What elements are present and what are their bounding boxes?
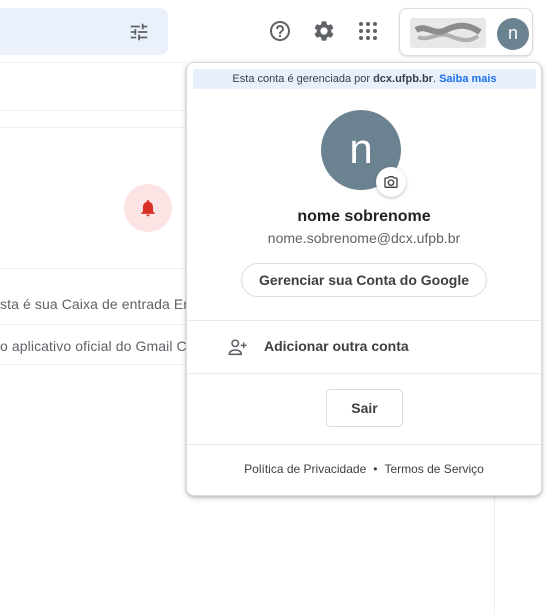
user-name: nome sobrenome xyxy=(297,208,431,225)
divider xyxy=(0,62,186,63)
redacted-logo-icon xyxy=(414,22,482,43)
privacy-policy-link[interactable]: Política de Privacidade xyxy=(244,462,366,476)
help-circle-icon[interactable] xyxy=(268,19,292,43)
user-email: nome.sobrenome@dcx.ufpb.br xyxy=(267,230,461,246)
tune-icon[interactable] xyxy=(128,21,150,43)
sign-out-button[interactable]: Sair xyxy=(326,389,403,427)
organization-logo xyxy=(410,18,486,48)
managed-text: Esta conta é gerenciada por xyxy=(232,73,374,85)
divider xyxy=(187,373,541,374)
divider xyxy=(0,324,186,325)
account-switcher[interactable]: n xyxy=(399,8,533,56)
gear-icon[interactable] xyxy=(312,19,336,43)
list-item[interactable]: sta é sua Caixa de entrada Er xyxy=(0,296,186,312)
add-account-label: Adicionar outra conta xyxy=(264,338,409,354)
camera-icon xyxy=(384,176,398,188)
divider xyxy=(0,268,186,269)
footer-separator: • xyxy=(373,462,378,476)
apps-grid-icon[interactable] xyxy=(356,19,380,43)
divider xyxy=(0,127,186,128)
list-item[interactable]: o aplicativo oficial do Gmail C xyxy=(0,338,186,354)
managed-account-banner: Esta conta é gerenciada por dcx.ufpb.br.… xyxy=(193,69,536,89)
popup-footer: Política de Privacidade • Termos de Serviç… xyxy=(187,462,541,476)
manage-account-button[interactable]: Gerenciar sua Conta do Google xyxy=(241,263,487,297)
search-bar[interactable] xyxy=(0,8,168,55)
managed-domain: dcx.ufpb.br xyxy=(373,73,433,85)
bell-icon xyxy=(141,200,155,217)
person-add-icon xyxy=(228,339,247,356)
divider xyxy=(0,364,186,365)
divider xyxy=(0,110,186,111)
add-account-button[interactable]: Adicionar outra conta xyxy=(187,321,541,373)
learn-more-link[interactable]: Saiba mais xyxy=(439,73,496,85)
account-popup: Esta conta é gerenciada por dcx.ufpb.br.… xyxy=(186,62,542,496)
notification-bell[interactable] xyxy=(124,184,172,232)
avatar[interactable]: n xyxy=(497,18,529,50)
divider xyxy=(187,444,541,445)
change-photo-button[interactable] xyxy=(376,167,406,197)
terms-of-service-link[interactable]: Termos de Serviço xyxy=(384,462,483,476)
